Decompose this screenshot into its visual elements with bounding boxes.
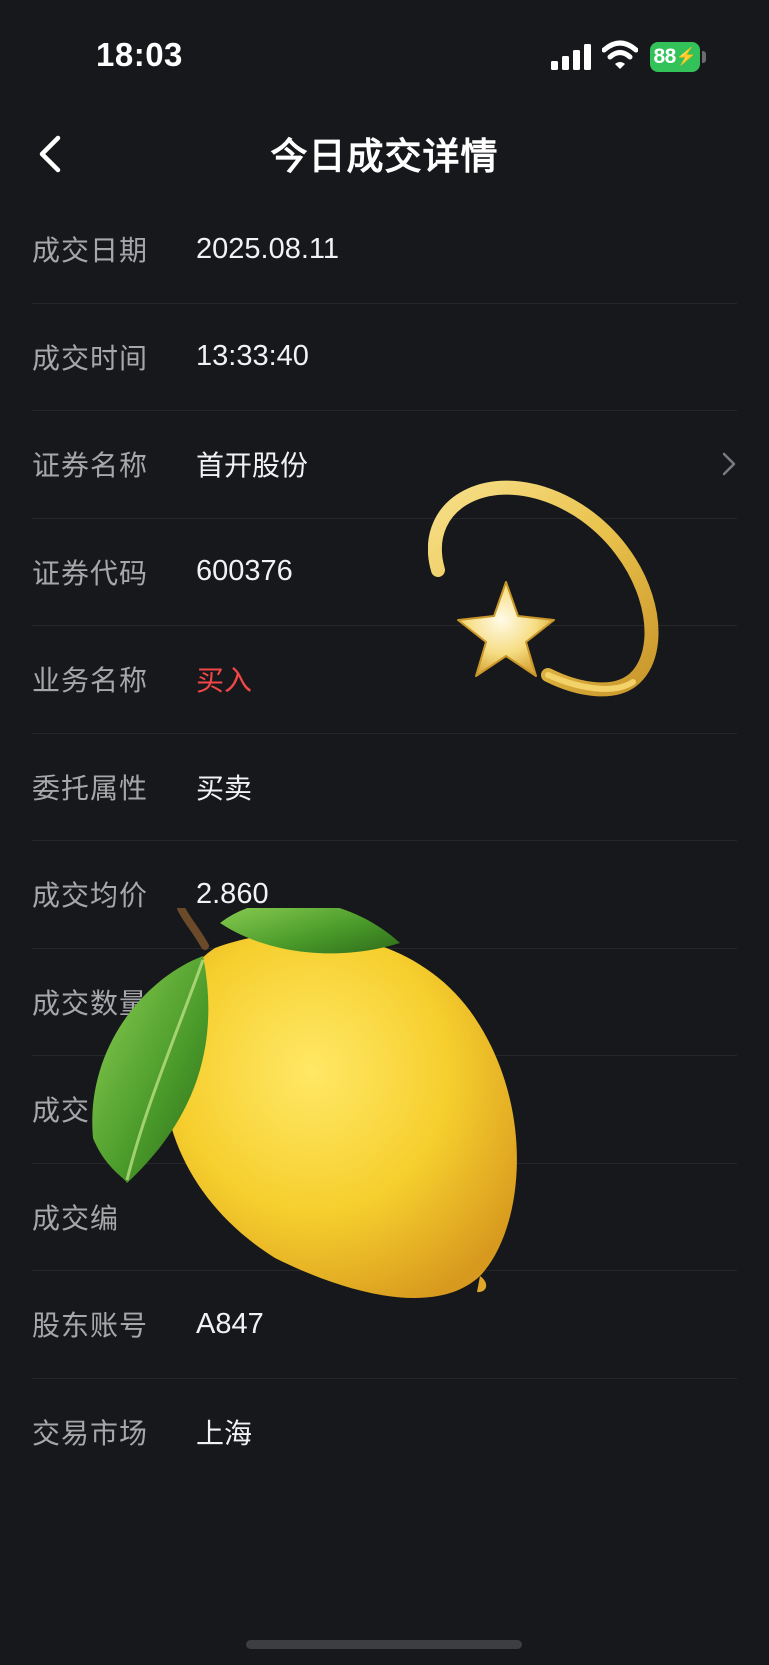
status-time: 18:03: [96, 36, 183, 73]
signal-icon: [551, 44, 591, 70]
row-value: 2025.08.11: [196, 232, 339, 265]
row-label: 委托属性: [32, 771, 149, 805]
row-label: 业务名称: [32, 664, 149, 698]
row-label: 证券名称: [32, 449, 149, 483]
nav-bar: 今日成交详情: [0, 110, 769, 196]
charging-bolt-icon: ⚡: [675, 47, 697, 66]
row-value: 买卖: [196, 771, 253, 805]
wifi-icon: [602, 40, 638, 69]
row-label: 成交: [32, 1094, 91, 1128]
row-value-buy: 买入: [196, 664, 253, 698]
battery-cap: [702, 51, 706, 63]
battery-level: 88 ⚡: [650, 42, 700, 72]
row-value: 上海: [196, 1417, 253, 1451]
detail-row-trade-time: 成交时间 13:33:40: [32, 304, 737, 411]
detail-row-order-attribute: 委托属性 买卖: [32, 734, 737, 841]
detail-row-trade-date: 成交日期 2025.08.11: [32, 196, 737, 304]
row-label: 成交日期: [32, 234, 149, 268]
page-title: 今日成交详情: [270, 135, 499, 178]
row-label: 成交时间: [32, 341, 149, 375]
row-label: 交易市场: [32, 1417, 149, 1451]
chevron-right-icon: [722, 453, 736, 476]
row-label: 证券代码: [32, 556, 149, 590]
row-value: 首开股份: [196, 449, 309, 483]
row-value: 13:33:40: [196, 340, 309, 373]
row-value: 600376: [196, 555, 293, 588]
home-indicator: [246, 1640, 522, 1649]
shooting-star-sticker: [428, 480, 659, 697]
status-bar: 18:03 88 ⚡: [0, 0, 769, 110]
trade-detail-screen: 18:03 88 ⚡ 今日成交详情 成交日期 2025.08.11 成交时间 1…: [0, 0, 769, 1665]
lemon-sticker: [92, 908, 517, 1298]
detail-row-market: 交易市场 上海: [32, 1379, 737, 1487]
battery-percent: 88: [653, 45, 676, 68]
battery-icon: 88 ⚡: [650, 42, 708, 72]
